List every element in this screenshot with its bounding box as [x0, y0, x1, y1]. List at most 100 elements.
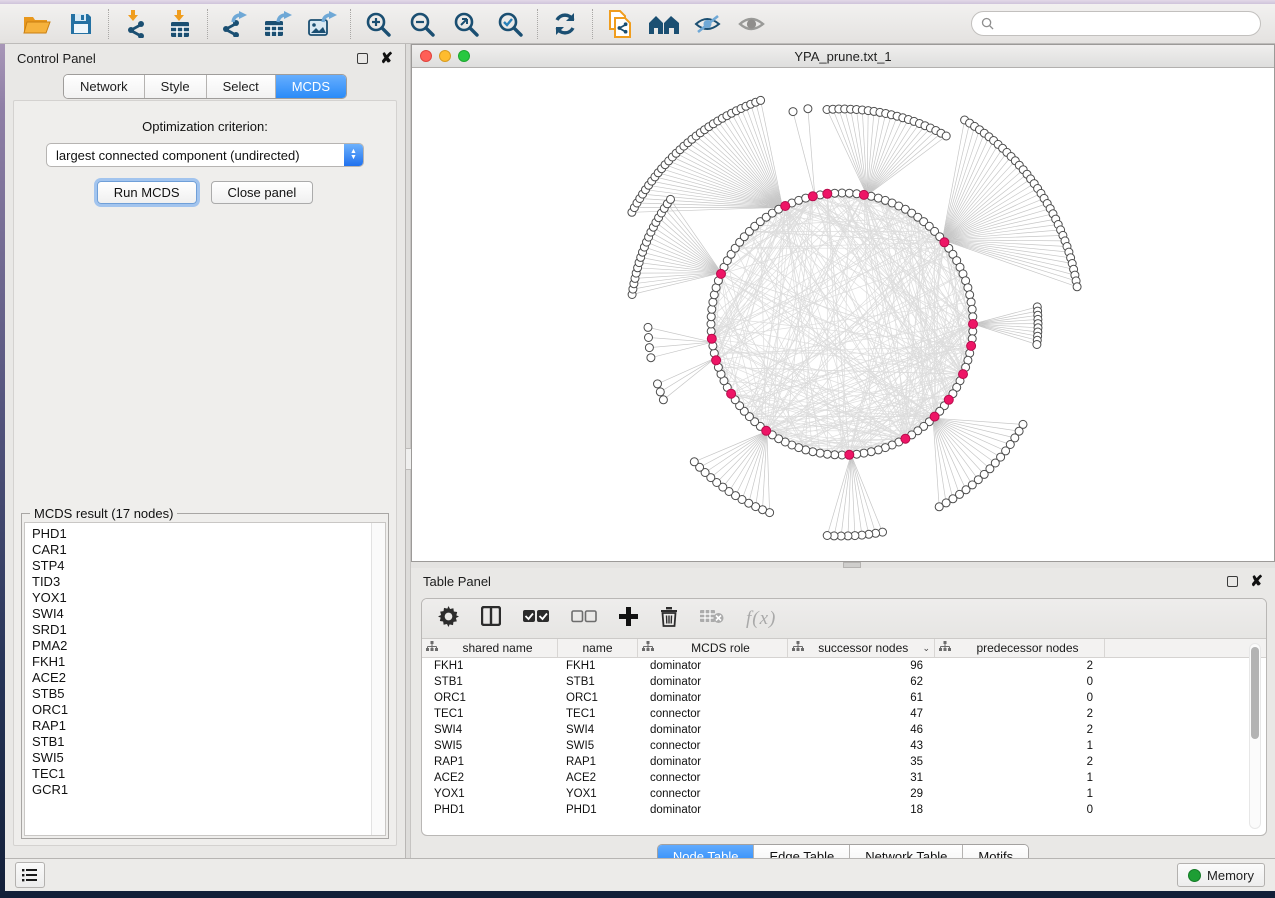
mcds-result-item[interactable]: STP4: [32, 558, 371, 574]
maximize-window-icon[interactable]: [458, 50, 470, 62]
minimize-window-icon[interactable]: [439, 50, 451, 62]
mcds-result-item[interactable]: SWI5: [32, 750, 371, 766]
add-column-button[interactable]: [619, 607, 638, 631]
cell-mcds-role: connector: [638, 706, 788, 722]
run-mcds-button[interactable]: Run MCDS: [97, 181, 197, 204]
table-row[interactable]: FKH1 FKH1 dominator 96 2: [422, 658, 1266, 674]
memory-button[interactable]: Memory: [1177, 863, 1265, 887]
function-button: f(x): [746, 608, 776, 630]
network-window-title: YPA_prune.txt_1: [412, 49, 1274, 64]
table-row[interactable]: SWI4 SWI4 dominator 46 2: [422, 722, 1266, 738]
search-box[interactable]: [971, 11, 1261, 36]
table-row[interactable]: STB1 STB1 dominator 62 0: [422, 674, 1266, 690]
delete-table-button: [700, 608, 724, 629]
show-all-icon: [738, 14, 766, 34]
mcds-result-item[interactable]: FKH1: [32, 654, 371, 670]
close-panel-icon[interactable]: ✘: [380, 53, 393, 64]
delete-column-button[interactable]: [660, 606, 678, 632]
duplicate-network-button[interactable]: [605, 9, 635, 39]
export-image-button[interactable]: [308, 9, 338, 39]
table-row[interactable]: PHD1 PHD1 dominator 18 0: [422, 802, 1266, 818]
table-row[interactable]: YOX1 YOX1 connector 29 1: [422, 786, 1266, 802]
mcds-result-item[interactable]: STB1: [32, 734, 371, 750]
export-table-button[interactable]: [264, 9, 294, 39]
close-panel-button[interactable]: Close panel: [211, 181, 314, 204]
mcds-result-item[interactable]: TEC1: [32, 766, 371, 782]
tab-style[interactable]: Style: [145, 75, 207, 98]
deselect-all-button[interactable]: [571, 609, 597, 628]
zoom-in-button[interactable]: [363, 9, 393, 39]
mcds-result-item[interactable]: CAR1: [32, 542, 371, 558]
open-file-button[interactable]: [22, 9, 52, 39]
close-table-panel-icon[interactable]: ✘: [1250, 576, 1263, 587]
column-header-shared-name[interactable]: shared name: [422, 639, 558, 657]
tab-select[interactable]: Select: [207, 75, 276, 98]
network-graph[interactable]: [412, 68, 1274, 561]
mcds-list-scrollbar[interactable]: [371, 523, 385, 835]
mcds-result-item[interactable]: PHD1: [32, 526, 371, 542]
memory-status-icon: [1188, 869, 1201, 882]
column-type-icon: [792, 641, 804, 655]
cell-predecessor-nodes: 1: [935, 786, 1105, 802]
show-all-button[interactable]: [737, 9, 767, 39]
table-row[interactable]: TEC1 TEC1 connector 47 2: [422, 706, 1266, 722]
tab-mcds[interactable]: MCDS: [276, 75, 346, 98]
cell-mcds-role: connector: [638, 786, 788, 802]
cell-shared-name: TEC1: [422, 706, 558, 722]
mcds-result-item[interactable]: PMA2: [32, 638, 371, 654]
mcds-result-item[interactable]: ORC1: [32, 702, 371, 718]
toolbar-groups: [10, 9, 779, 39]
apply-layout-button[interactable]: [550, 9, 580, 39]
duplicate-network-icon: [607, 10, 633, 38]
cell-filler: [1105, 786, 1266, 802]
zoom-selected-button[interactable]: [495, 9, 525, 39]
import-table-button[interactable]: [165, 9, 195, 39]
table-body: FKH1 FKH1 dominator 96 2 STB1 STB1 domin…: [422, 658, 1266, 818]
mcds-result-item[interactable]: STB5: [32, 686, 371, 702]
control-panel-header: Control Panel ✘: [5, 44, 405, 72]
mcds-result-item[interactable]: RAP1: [32, 718, 371, 734]
mcds-result-item[interactable]: SRD1: [32, 622, 371, 638]
zoom-fit-button[interactable]: [451, 9, 481, 39]
columns-button[interactable]: [481, 606, 501, 631]
delete-column-icon: [660, 606, 678, 632]
memory-button-label: Memory: [1207, 868, 1254, 883]
mcds-result-item[interactable]: ACE2: [32, 670, 371, 686]
close-window-icon[interactable]: [420, 50, 432, 62]
float-panel-icon[interactable]: [357, 53, 368, 64]
add-column-icon: [619, 607, 638, 631]
cell-predecessor-nodes: 2: [935, 706, 1105, 722]
mcds-result-group: MCDS result (17 nodes) PHD1CAR1STP4TID3Y…: [21, 513, 389, 839]
mcds-result-item[interactable]: YOX1: [32, 590, 371, 606]
float-table-panel-icon[interactable]: [1227, 576, 1238, 587]
column-header-name[interactable]: name: [558, 639, 638, 657]
cell-shared-name: SWI4: [422, 722, 558, 738]
cell-name: SWI5: [558, 738, 638, 754]
gear-button[interactable]: [438, 606, 459, 632]
table-scrollbar-thumb[interactable]: [1251, 647, 1259, 739]
table-row[interactable]: SWI5 SWI5 connector 43 1: [422, 738, 1266, 754]
first-neighbors-button[interactable]: [649, 9, 679, 39]
export-network-button[interactable]: [220, 9, 250, 39]
network-canvas[interactable]: [412, 68, 1274, 561]
task-history-button[interactable]: [15, 862, 45, 888]
save-session-button[interactable]: [66, 9, 96, 39]
table-row[interactable]: ACE2 ACE2 connector 31 1: [422, 770, 1266, 786]
table-row[interactable]: RAP1 RAP1 dominator 35 2: [422, 754, 1266, 770]
search-input[interactable]: [999, 17, 1251, 31]
criterion-select[interactable]: largest connected component (undirected)…: [46, 143, 364, 167]
mcds-result-item[interactable]: GCR1: [32, 782, 371, 798]
table-row[interactable]: ORC1 ORC1 dominator 61 0: [422, 690, 1266, 706]
mcds-result-item[interactable]: TID3: [32, 574, 371, 590]
column-header-MCDS-role[interactable]: MCDS role: [638, 639, 788, 657]
table-scrollbar[interactable]: [1249, 643, 1261, 829]
zoom-out-button[interactable]: [407, 9, 437, 39]
column-header-predecessor-nodes[interactable]: predecessor nodes: [935, 639, 1105, 657]
import-network-button[interactable]: [121, 9, 151, 39]
select-all-button[interactable]: [523, 609, 549, 628]
mcds-result-item[interactable]: SWI4: [32, 606, 371, 622]
mcds-result-list[interactable]: PHD1CAR1STP4TID3YOX1SWI4SRD1PMA2FKH1ACE2…: [24, 522, 386, 836]
column-header-successor-nodes[interactable]: successor nodes⌄: [788, 639, 935, 657]
hide-selected-button[interactable]: [693, 9, 723, 39]
tab-network[interactable]: Network: [64, 75, 145, 98]
